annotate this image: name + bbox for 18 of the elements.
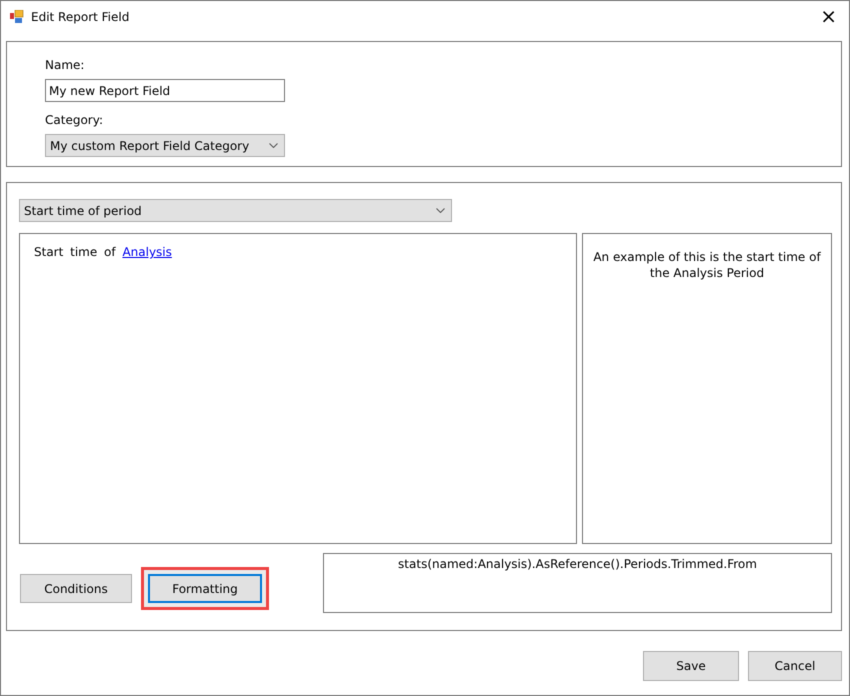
conditions-button[interactable]: Conditions xyxy=(20,574,132,603)
field-label: Name: xyxy=(45,57,86,73)
field-label: Category: xyxy=(45,112,104,128)
example-text: An example of this is the start time of the Analysis Period xyxy=(593,250,821,280)
cancel-button[interactable]: Cancel xyxy=(748,651,842,681)
analysis-link[interactable]: Analysis xyxy=(122,245,172,259)
description-text: Start time of Analysis xyxy=(34,245,172,259)
field-type-dropdown[interactable]: Start time of period xyxy=(19,199,452,222)
close-button[interactable]: × xyxy=(816,6,841,26)
description-editor[interactable]: Start time of Analysis xyxy=(19,233,577,544)
window-title: Edit Report Field xyxy=(31,10,130,24)
save-button[interactable]: Save xyxy=(643,651,739,681)
app-icon xyxy=(10,10,24,23)
expression-text: stats(named:Analysis).AsReference().Periods.Trimmed.From xyxy=(398,557,757,571)
name-field[interactable]: My new Report Field xyxy=(45,79,285,102)
chevron-down-icon xyxy=(436,208,445,213)
category-dropdown[interactable]: My custom Report Field Category xyxy=(45,134,285,157)
chevron-down-icon xyxy=(269,143,278,148)
